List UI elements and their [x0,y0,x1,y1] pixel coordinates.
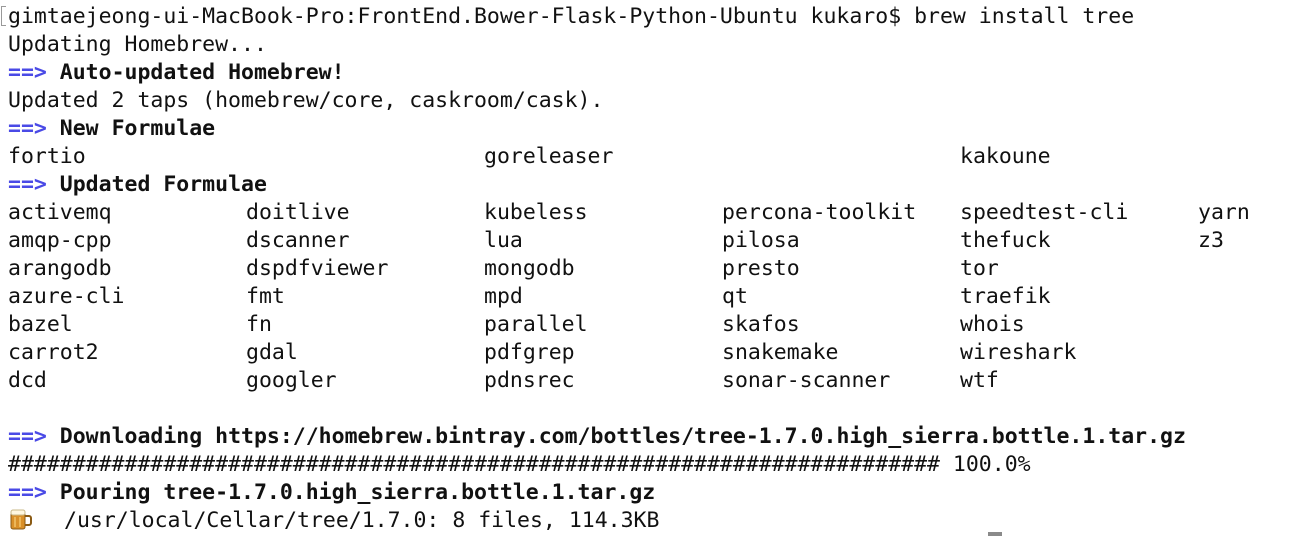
formula-name: carrot2 [8,340,99,365]
formula-name: amqp-cpp [8,228,112,253]
arrow-marker: ==> [8,116,47,141]
updating-line: Updating Homebrew... [8,32,267,57]
formula-name: wireshark [960,340,1077,365]
arrow-marker: ==> [8,480,47,505]
updated-formulae-header: ==> Updated Formulae [0,171,1296,199]
formula-name: skafos [722,312,800,337]
formula-name: mpd [484,284,523,309]
formula-name: fmt [246,284,285,309]
updated-formulae-row: dcd googler pdnsrec sonar-scanner wtf [0,367,1296,395]
updated-formulae-row: bazel fn parallel skafos whois [0,311,1296,339]
formula-name: yarn [1198,200,1250,225]
text-cursor [988,532,1002,536]
formula-name: presto [722,256,800,281]
formula-name: dscanner [246,228,350,253]
downloading-line: ==> Downloading https://homebrew.bintray… [0,423,1296,451]
auto-updated-line: ==> Auto-updated Homebrew! [0,59,1296,87]
updated-formulae-row: azure-cli fmt mpd qt traefik [0,283,1296,311]
formula-name: qt [722,284,748,309]
arrow-marker: ==> [8,172,47,197]
formula-name: z3 [1198,228,1224,253]
formula-name: mongodb [484,256,575,281]
formula-name: googler [246,368,337,393]
auto-updated-text: Auto-updated Homebrew! [59,60,345,85]
updated-formulae-row: amqp-cpp dscanner lua pilosa thefuck z3 [0,227,1296,255]
formula-name: dspdfviewer [246,256,389,281]
formula-name: snakemake [722,340,839,365]
formula-name: azure-cli [8,284,125,309]
updated-formulae-list: activemq doitlive kubeless percona-toolkit s… [0,199,1296,395]
formula-name: bazel [8,312,73,337]
formula-name: kubeless [484,200,588,225]
new-formulae-title: New Formulae [59,116,216,141]
downloading-text: Downloading https://homebrew.bintray.com… [59,424,1186,449]
pouring-line: ==> Pouring tree-1.7.0.high_sierra.bottl… [0,479,1296,507]
formula-name: pdnsrec [484,368,575,393]
formula-name: kakoune [960,144,1051,169]
formula-name: fn [246,312,272,337]
formula-name: pdfgrep [484,340,575,365]
updated-formulae-row: arangodb dspdfviewer mongodb presto tor [0,255,1296,283]
formula-name: speedtest-cli [960,200,1129,225]
formula-name: percona-toolkit [722,200,917,225]
formula-name: lua [484,228,523,253]
updated-taps-line: Updated 2 taps (homebrew/core, caskroom/… [8,88,604,113]
arrow-marker: ==> [8,60,47,85]
new-formulae-row: fortio goreleaser kakoune [0,143,1296,171]
arrow-marker: ==> [8,424,47,449]
formula-name: whois [960,312,1025,337]
formula-name: tor [960,256,999,281]
formula-name: traefik [960,284,1051,309]
formula-name: thefuck [960,228,1051,253]
summary-line: /usr/local/Cellar/tree/1.7.0: 8 files, 1… [0,507,1296,535]
formula-name: arangodb [8,256,112,281]
formula-name: dcd [8,368,47,393]
summary-text: /usr/local/Cellar/tree/1.7.0: 8 files, 1… [64,508,660,533]
prompt-line: gimtaejeong-ui-MacBook-Pro:FrontEnd.Bowe… [8,4,1135,29]
formula-name: parallel [484,312,588,337]
formula-name: gdal [246,340,298,365]
formula-name: pilosa [722,228,800,253]
pouring-text: Pouring tree-1.7.0.high_sierra.bottle.1.… [59,480,656,505]
updated-formulae-title: Updated Formulae [59,172,267,197]
beer-mug-icon [8,507,34,531]
updated-formulae-row: carrot2 gdal pdfgrep snakemake wireshark [0,339,1296,367]
formula-name: fortio [8,144,86,169]
formula-name: sonar-scanner [722,368,891,393]
updated-formulae-row: activemq doitlive kubeless percona-toolkit s… [0,199,1296,227]
progress-bar-line: ########################################… [8,452,1031,477]
new-formulae-header: ==> New Formulae [0,115,1296,143]
formula-name: wtf [960,368,999,393]
formula-name: doitlive [246,200,350,225]
terminal-window[interactable]: gimtaejeong-ui-MacBook-Pro:FrontEnd.Bowe… [0,0,1296,538]
formula-name: activemq [8,200,112,225]
formula-name: goreleaser [484,144,614,169]
